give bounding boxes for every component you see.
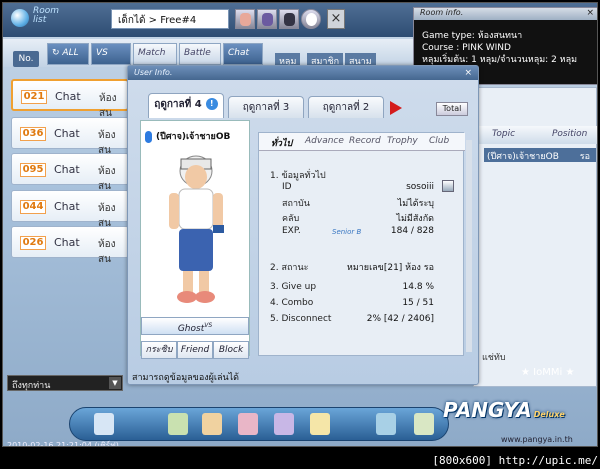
user-info-header: User Info. ×: [128, 66, 478, 80]
tab-trophy[interactable]: Trophy: [387, 136, 418, 146]
dock-icon-4[interactable]: [238, 413, 258, 435]
club-value: ไม่มีสังกัด: [396, 214, 434, 224]
club-label: คลับ: [282, 214, 300, 224]
ball-button[interactable]: [301, 9, 321, 29]
block-button[interactable]: Block: [213, 341, 249, 359]
close-button[interactable]: ×: [327, 9, 345, 29]
room-row[interactable]: 026 Chat ห้องสน: [11, 226, 129, 265]
id-value: sosoiii: [406, 182, 434, 192]
room-row[interactable]: 095 Chat ห้องสน: [11, 153, 129, 192]
player-row[interactable]: (ปีศาจ)เจ้าชายOB รอ: [484, 148, 596, 162]
tab-all[interactable]: ↻ ALL: [47, 43, 89, 65]
game-window: Room list เด็กได้ > Free#4 × No. ↻ ALL V…: [2, 2, 598, 447]
section-general-info: 1. ข้อมูลทั่วไป: [270, 171, 326, 181]
total-button[interactable]: Total: [436, 102, 468, 116]
arrow-right-icon[interactable]: [390, 101, 402, 115]
watermark: [800x600] http://upic.me/: [432, 454, 598, 467]
avatar-button-2[interactable]: [257, 9, 277, 29]
player-name-tag: ★ IoMMi ★: [521, 367, 575, 378]
tab-record[interactable]: Record: [349, 136, 381, 146]
website-url: www.pangya.in.th: [501, 435, 573, 444]
tab-chat[interactable]: Chat: [223, 43, 263, 65]
status-value: หมายเลข[21] ห้อง รอ: [346, 263, 434, 273]
chat-target-select[interactable]: ถึงทุกท่าน ▼: [7, 375, 123, 391]
avatar-button-3[interactable]: [279, 9, 299, 29]
timestamp: 2010-02-16 21:21:04 (เซิร์ฟ): [7, 441, 119, 447]
avatar-button-1[interactable]: [235, 9, 255, 29]
username: (ปีศาจ)เจ้าชายOB: [145, 129, 230, 143]
institute-value: ไม่ได้ระบุ: [397, 199, 434, 209]
whisper-button[interactable]: กระซิบ: [141, 341, 177, 359]
tab-row: No. ↻ ALL VS Match Battle Chat หลุม สมาช…: [3, 39, 443, 67]
tab-season-4[interactable]: ฤดูกาลที่ 4!: [148, 93, 224, 118]
player-list-panel: Topic Position (ปีศาจ)เจ้าชายOB รอ แช่ทับ: [473, 87, 597, 387]
exp-label: EXP.: [282, 226, 301, 236]
tab-advance[interactable]: Advance: [305, 136, 344, 146]
room-list-logo: Room list: [9, 7, 65, 33]
exp-value: 184 / 828: [390, 226, 434, 236]
chevron-down-icon[interactable]: ▼: [109, 377, 121, 389]
room-row[interactable]: 021 Chat ห้องสน: [11, 79, 129, 119]
player-list-header: Topic Position: [474, 126, 597, 144]
stats-tabs: ทั่วไป Advance Record Trophy Club: [259, 133, 465, 151]
breadcrumb: เด็กได้ > Free#4: [111, 9, 229, 29]
exp-rank: Senior B: [332, 228, 362, 236]
room-row[interactable]: 044 Chat ห้องสน: [11, 190, 129, 229]
room-row[interactable]: 036 Chat ห้องสน: [11, 117, 129, 156]
tab-club[interactable]: Club: [429, 136, 449, 146]
combo-value: 15 / 51: [402, 298, 434, 308]
dock-icon-7[interactable]: [376, 413, 396, 435]
footnote: สามารถดูข้อมูลของผู้เล่นได้: [132, 373, 240, 383]
column-no: No.: [13, 51, 39, 67]
stats-scrollbar[interactable]: [466, 140, 472, 352]
ball-icon: [11, 9, 29, 27]
close-icon[interactable]: ×: [464, 66, 472, 80]
institute-label: สถาบัน: [282, 199, 310, 209]
bottom-dock: [69, 407, 449, 441]
character-card: (ปีศาจ)เจ้าชายOB GhostVS กระซิบ Friend B…: [140, 120, 250, 359]
tab-season-2[interactable]: ฤดูกาลที่ 2: [308, 96, 384, 118]
dock-icon-2[interactable]: [168, 413, 188, 435]
close-icon[interactable]: ×: [586, 8, 594, 18]
course: Course : PINK WIND: [422, 43, 511, 53]
game-type: Game type: ห้องสนทนา: [422, 31, 523, 41]
friend-button[interactable]: Friend: [177, 341, 213, 359]
tab-match[interactable]: Match: [133, 43, 177, 65]
refresh-icon: ↻: [52, 48, 63, 58]
pangya-logo: PANGYA Deluxe: [443, 398, 565, 422]
info-icon: !: [205, 98, 218, 110]
room-info-header: Room info. ×: [414, 8, 597, 20]
player-icon: [145, 130, 152, 143]
tab-season-3[interactable]: ฤดูกาลที่ 3: [228, 96, 304, 118]
tab-battle[interactable]: Battle: [179, 43, 221, 65]
id-label: ID: [282, 182, 292, 192]
giveup-value: 14.8 %: [402, 282, 434, 292]
dock-icon-3[interactable]: [202, 413, 222, 435]
disconnect-value: 2% [42 / 2406]: [366, 314, 434, 324]
player-list-footer: แช่ทับ: [482, 353, 506, 363]
dock-icon-5[interactable]: [274, 413, 294, 435]
dock-icon-8[interactable]: [414, 413, 434, 435]
tab-vs[interactable]: VS: [91, 43, 131, 65]
character-avatar: [169, 155, 224, 303]
tab-general[interactable]: ทั่วไป: [271, 136, 292, 150]
dock-icon-6[interactable]: [310, 413, 330, 435]
dock-icon-1[interactable]: [94, 413, 114, 435]
user-info-window: User Info. × ฤดูกาลที่ 4! ฤดูกาลที่ 3 ฤดู…: [127, 65, 479, 385]
ghost-vs-button[interactable]: GhostVS: [141, 317, 249, 335]
